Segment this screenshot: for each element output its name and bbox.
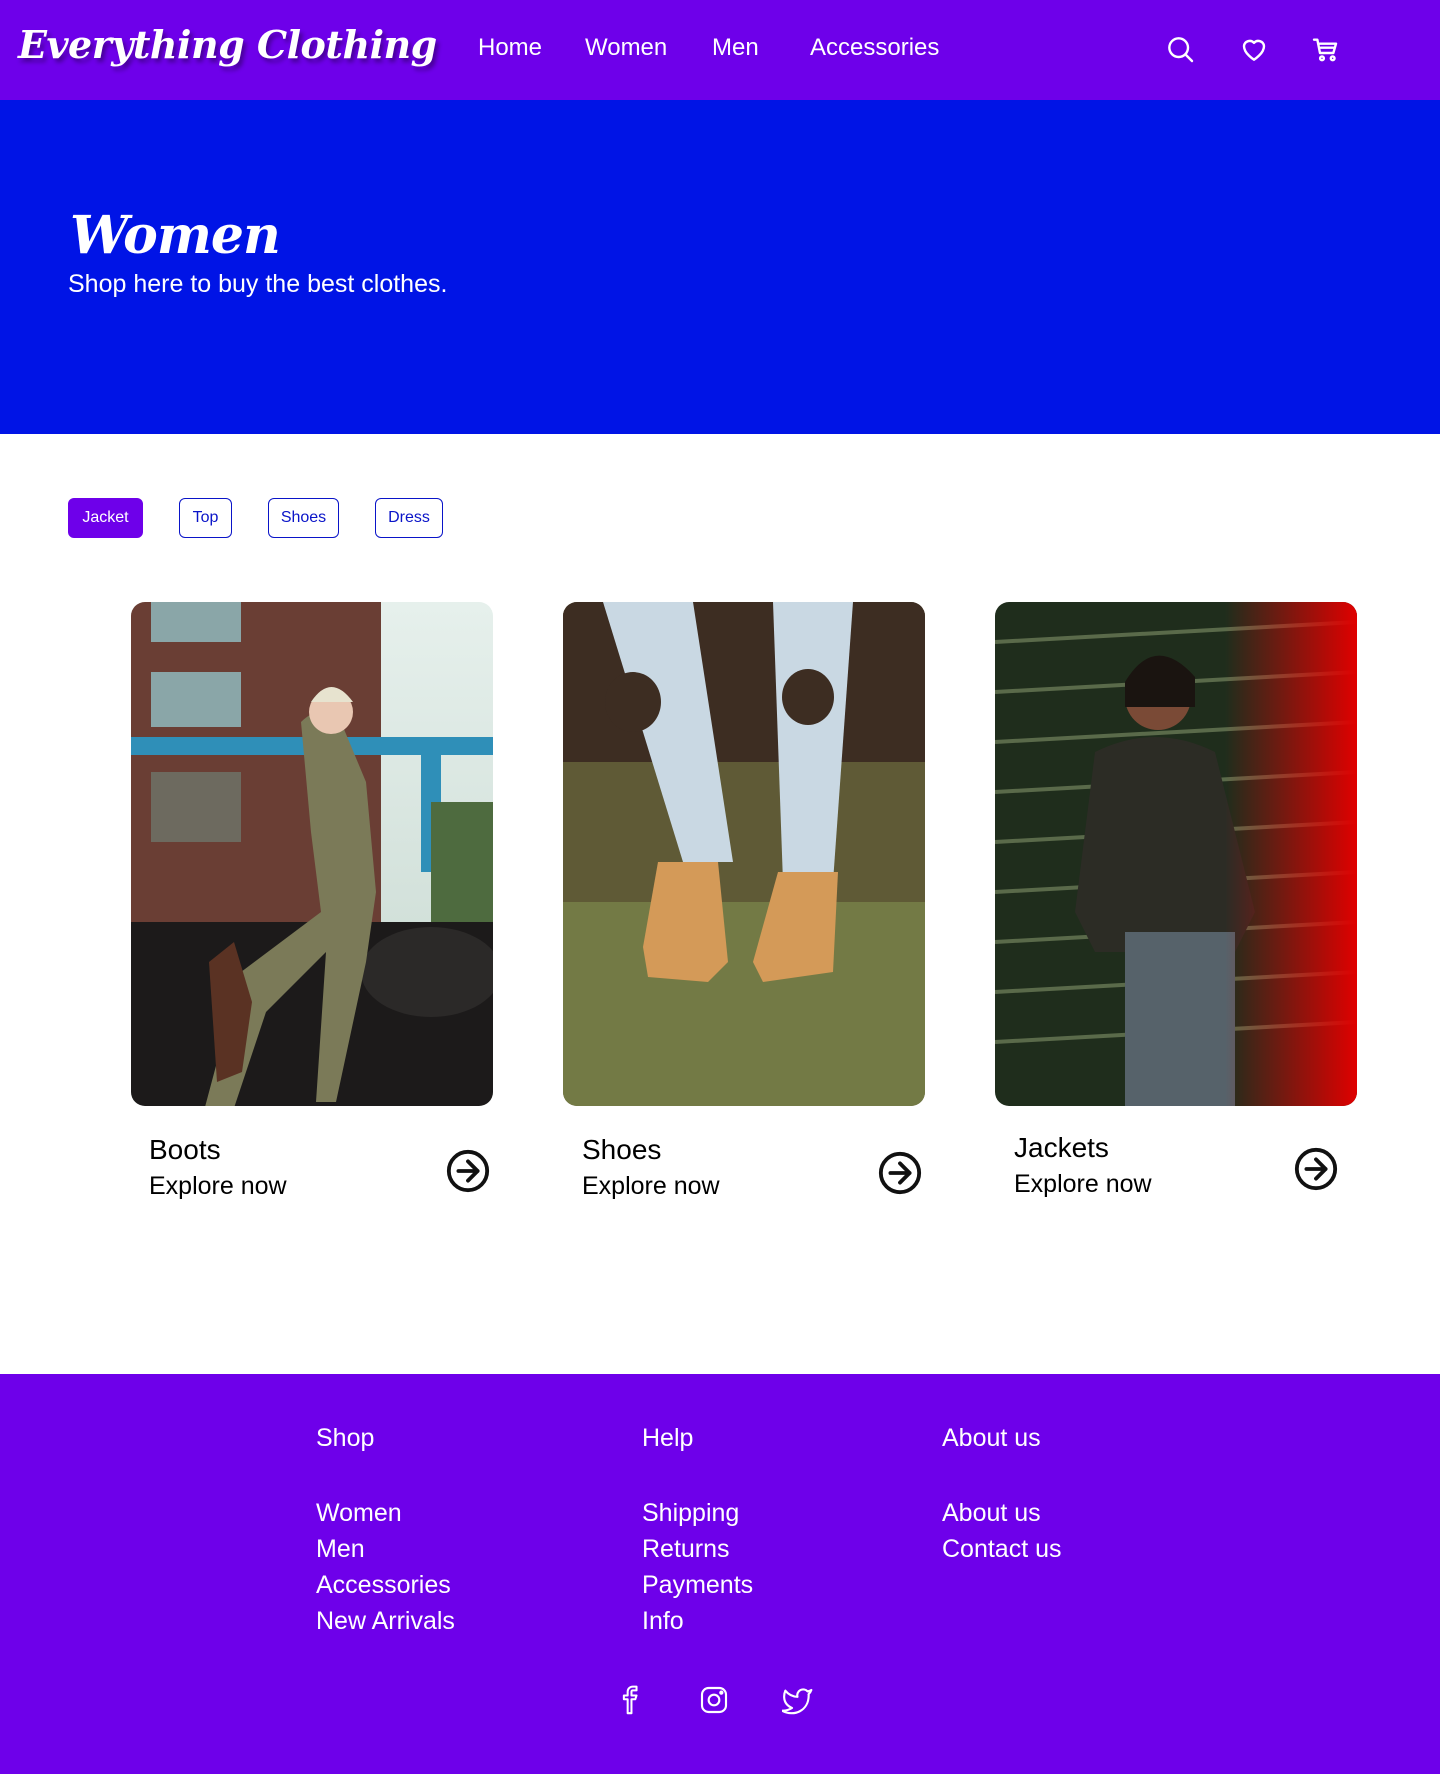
filter-chip-shoes[interactable]: Shoes <box>268 498 339 538</box>
heart-icon[interactable] <box>1238 33 1270 65</box>
footer-link-women[interactable]: Women <box>316 1495 455 1531</box>
jackets-photo[interactable] <box>995 602 1357 1106</box>
footer-heading-shop: Shop <box>316 1424 375 1452</box>
footer-column-help: Help Shipping Returns Payments Info <box>642 1424 753 1639</box>
footer-link-shipping[interactable]: Shipping <box>642 1495 753 1531</box>
nav-home[interactable]: Home <box>478 34 542 62</box>
page-title: Women <box>70 205 281 266</box>
cart-icon[interactable] <box>1310 33 1342 65</box>
nav-men[interactable]: Men <box>712 34 759 62</box>
product-title-shoes: Shoes <box>582 1134 662 1165</box>
footer-column-about: About us About us Contact us <box>942 1424 1062 1567</box>
explore-link-boots[interactable]: Explore now <box>149 1172 287 1201</box>
arrow-right-circle-icon[interactable] <box>1293 1146 1339 1192</box>
footer-link-info[interactable]: Info <box>642 1603 753 1639</box>
footer-link-returns[interactable]: Returns <box>642 1531 753 1567</box>
filter-chip-jacket[interactable]: Jacket <box>68 498 143 538</box>
facebook-icon[interactable] <box>615 1684 647 1716</box>
footer-link-contact-us[interactable]: Contact us <box>942 1531 1062 1567</box>
footer-link-new-arrivals[interactable]: New Arrivals <box>316 1603 455 1639</box>
site-logo[interactable]: Everything Clothing <box>18 22 437 67</box>
product-card-shoes[interactable]: Shoes Explore now <box>563 602 925 1208</box>
instagram-icon[interactable] <box>698 1684 730 1716</box>
product-title-jackets: Jackets <box>1014 1132 1109 1163</box>
search-icon[interactable] <box>1164 33 1196 65</box>
site-header: Everything Clothing Home Women Men Acces… <box>0 0 1440 100</box>
footer-link-about-us[interactable]: About us <box>942 1495 1062 1531</box>
boots-photo[interactable] <box>131 602 493 1106</box>
twitter-icon[interactable] <box>780 1684 814 1716</box>
explore-link-jackets[interactable]: Explore now <box>1014 1170 1152 1199</box>
product-title-boots: Boots <box>149 1134 221 1165</box>
product-card-jackets[interactable]: Jackets Explore now <box>995 602 1357 1208</box>
footer-link-payments[interactable]: Payments <box>642 1567 753 1603</box>
product-card-boots[interactable]: Boots Explore now <box>131 602 493 1208</box>
site-footer: Shop Women Men Accessories New Arrivals … <box>0 1374 1440 1774</box>
footer-link-accessories[interactable]: Accessories <box>316 1567 455 1603</box>
filter-chip-dress[interactable]: Dress <box>375 498 443 538</box>
arrow-right-circle-icon[interactable] <box>877 1150 923 1196</box>
shoes-photo[interactable] <box>563 602 925 1106</box>
arrow-right-circle-icon[interactable] <box>445 1148 491 1194</box>
nav-accessories[interactable]: Accessories <box>810 34 939 62</box>
explore-link-shoes[interactable]: Explore now <box>582 1172 720 1201</box>
footer-heading-help: Help <box>642 1424 694 1452</box>
hero-banner: Women Shop here to buy the best clothes. <box>0 100 1440 434</box>
footer-heading-about: About us <box>942 1424 1041 1452</box>
footer-link-men[interactable]: Men <box>316 1531 455 1567</box>
nav-women[interactable]: Women <box>585 34 667 62</box>
footer-column-shop: Shop Women Men Accessories New Arrivals <box>316 1424 455 1639</box>
filter-chip-top[interactable]: Top <box>179 498 232 538</box>
hero-subtitle: Shop here to buy the best clothes. <box>68 270 448 298</box>
